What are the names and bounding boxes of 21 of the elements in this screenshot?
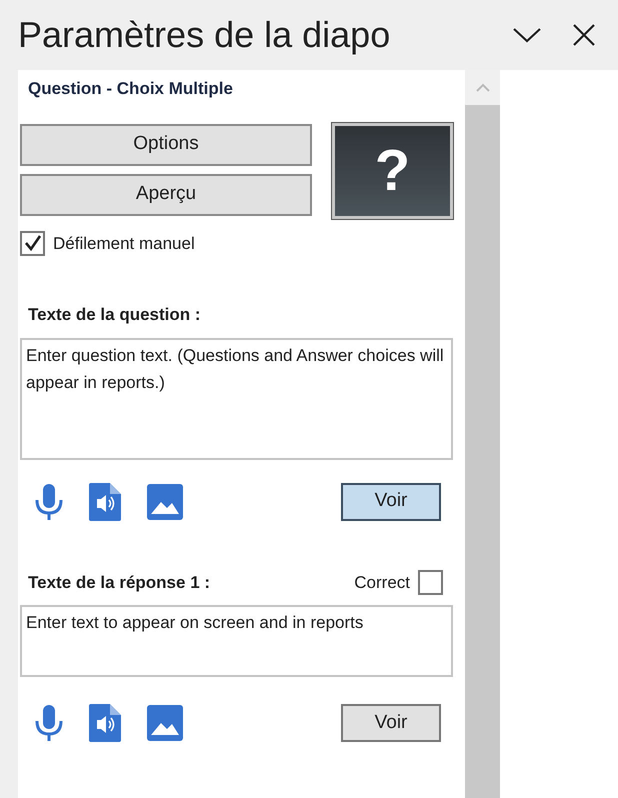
checkbox-label: Défilement manuel	[53, 232, 195, 254]
slide-type-title: Question - Choix Multiple	[28, 78, 234, 100]
correct-checkbox[interactable]	[418, 570, 443, 595]
answer-text-field[interactable]: Enter text to appear on screen and in reports	[20, 605, 453, 677]
question-label: Texte de la question :	[28, 304, 202, 326]
panel-button[interactable]: Aperçu	[20, 174, 312, 216]
correct-label: Correct	[354, 572, 410, 594]
microphone-icon[interactable]	[34, 482, 64, 522]
image-icon[interactable]	[146, 704, 184, 742]
manual-scroll-checkbox[interactable]	[20, 230, 45, 256]
audio-file-icon[interactable]	[88, 703, 122, 743]
view-button[interactable]: Voir	[341, 704, 441, 742]
panel-button[interactable]: Options	[20, 124, 312, 166]
view-button[interactable]: Voir	[341, 482, 441, 520]
panel-title: Paramètres de la diapo	[18, 13, 392, 57]
question-text-field[interactable]: Enter question text. (Questions and Answer choices will appear in reports.)	[20, 338, 453, 460]
microphone-icon[interactable]	[34, 703, 64, 743]
question-thumbnail: ?	[332, 122, 453, 218]
audio-file-icon[interactable]	[88, 482, 122, 522]
image-icon[interactable]	[146, 482, 184, 520]
answer-label: Texte de la réponse 1 :	[28, 572, 210, 594]
